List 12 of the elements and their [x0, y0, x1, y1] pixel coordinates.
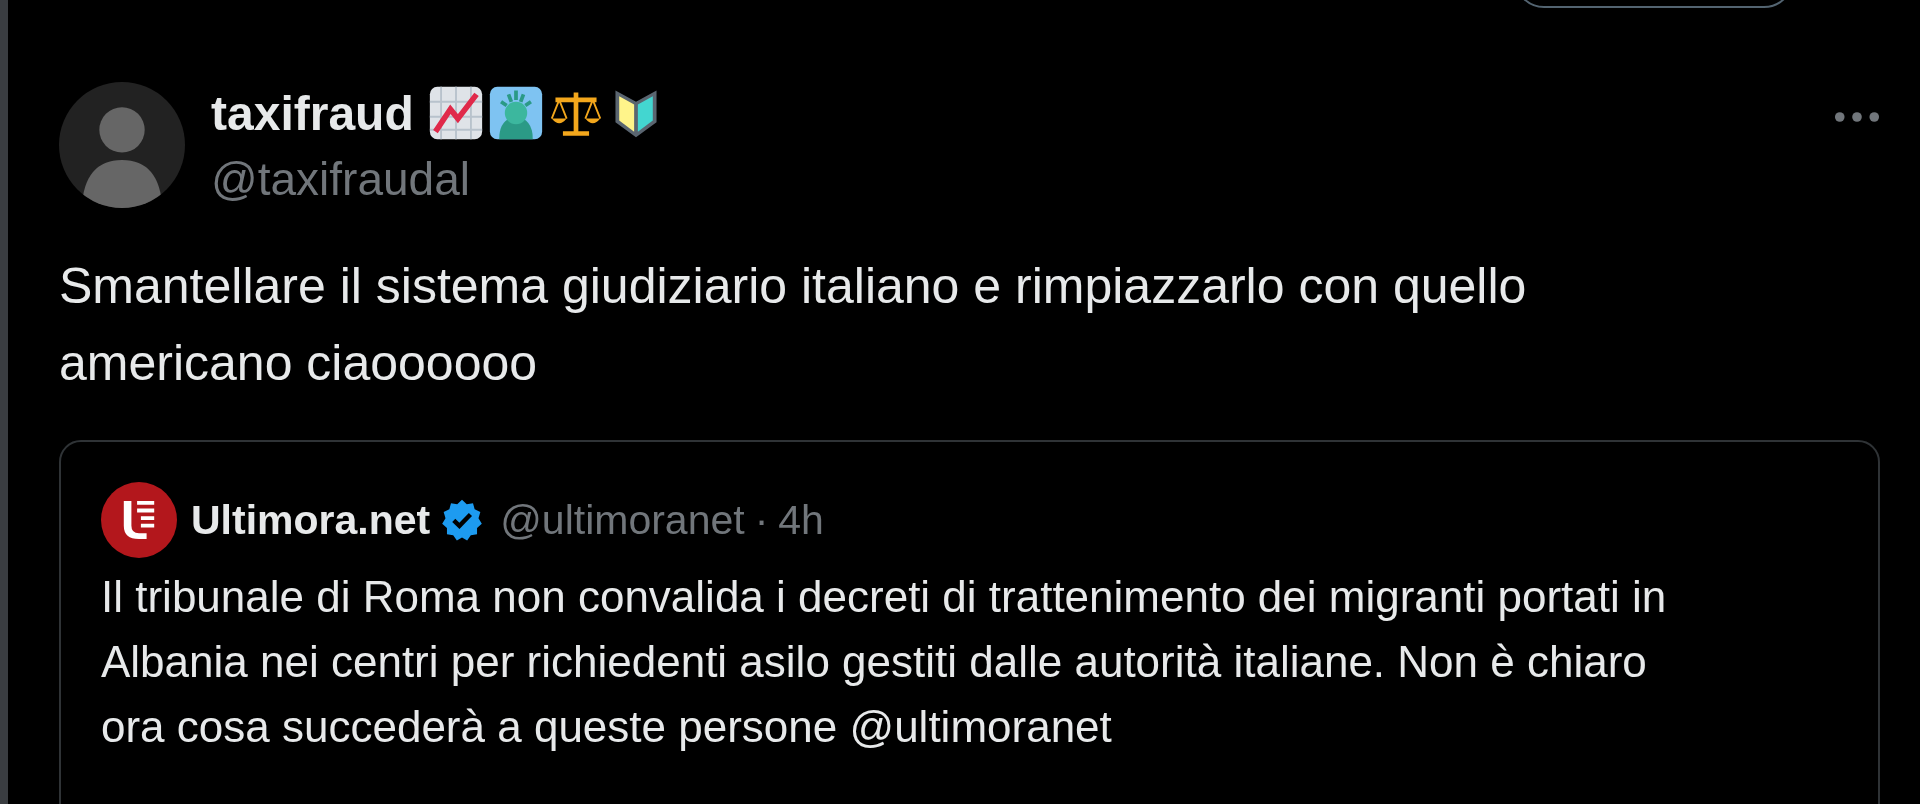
- logo-icon[interactable]: [101, 482, 177, 558]
- more-options-icon[interactable]: [1834, 111, 1880, 123]
- statue-icon: [487, 85, 544, 141]
- quoted-author-handle[interactable]: @ultimoranet: [500, 496, 745, 544]
- quoted-tweet-text: Il tribunale di Roma non convalida i decreti di trattenimento dei migranti portati in Albania nei centri per richiedenti asilo gestiti dalle autorità italiane. Non è chiaro ora cosa succederà a queste persone @ultimoranet: [101, 571, 1668, 753]
- quoted-author-name[interactable]: Ultimora.net: [191, 496, 431, 544]
- author-name[interactable]: taxifraud: [211, 85, 414, 141]
- post-time[interactable]: 4h: [778, 496, 824, 544]
- separator-dot: ·: [754, 496, 769, 544]
- author-handle[interactable]: @taxifraudal: [211, 152, 1834, 206]
- tweet-text: Smantellare il sistema giudiziario italiano e rimpiazzarlo con quello americano ciaoooooo: [59, 257, 1528, 393]
- chart-increasing-icon: [427, 85, 484, 141]
